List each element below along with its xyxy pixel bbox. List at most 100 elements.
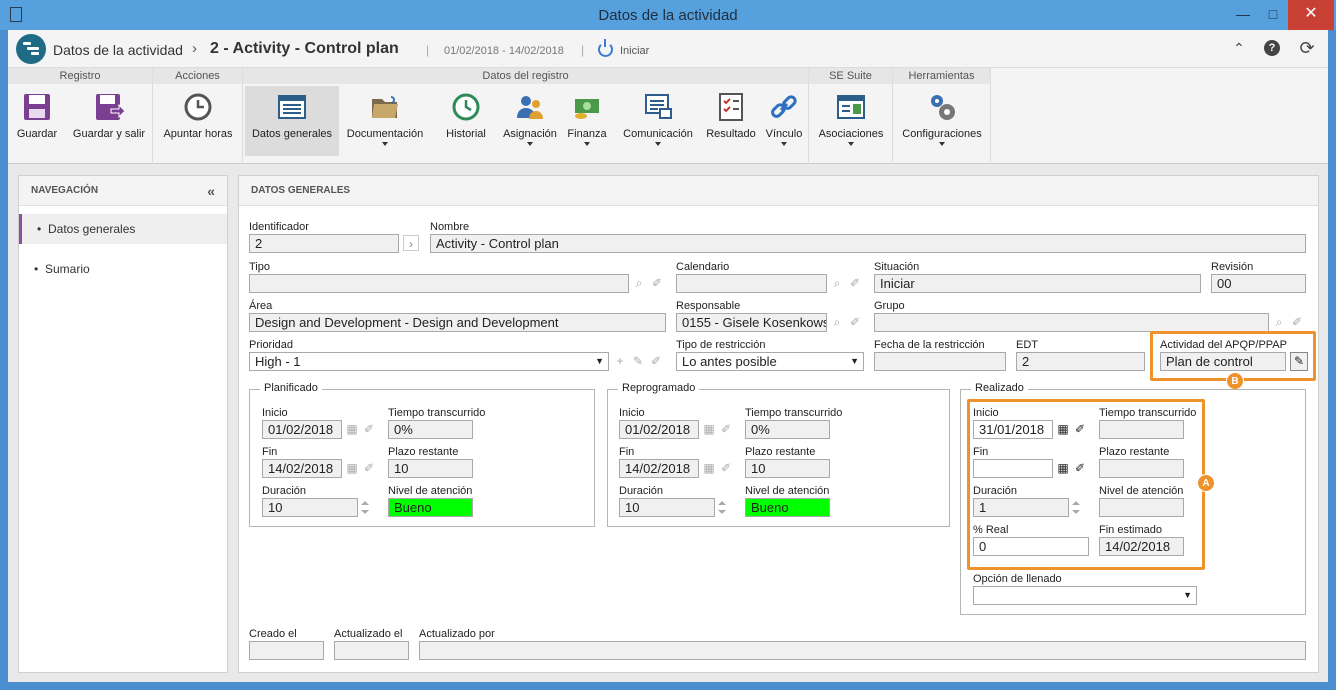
actual-start-field[interactable]: 31/01/2018 — [973, 420, 1053, 439]
fill-option-select[interactable]: ▼ — [973, 586, 1197, 605]
edit-icon[interactable]: ✎ — [1290, 352, 1308, 371]
eraser-icon[interactable]: ✐ — [1072, 421, 1088, 437]
collapse-panel-icon[interactable]: « — [207, 176, 215, 206]
actual-end-field[interactable] — [973, 459, 1053, 478]
calendar-icon[interactable]: ▦ — [344, 421, 360, 437]
restriction-type-select[interactable]: Lo antes posible ▼ — [676, 352, 864, 371]
calendar-field[interactable] — [676, 274, 827, 293]
nav-item-general-data[interactable]: • Datos generales — [19, 214, 227, 244]
communication-button[interactable]: Comunicación — [615, 86, 701, 156]
actual-legend: Realizado — [971, 382, 1028, 394]
planned-duration-label: Duración — [262, 485, 307, 497]
rescheduled-attention-label: Nivel de atención — [745, 485, 830, 497]
eraser-icon[interactable]: ✐ — [847, 314, 863, 330]
refresh-icon[interactable]: ⟳ — [1298, 39, 1316, 58]
minimize-button[interactable]: — — [1228, 0, 1258, 30]
collapse-up-icon[interactable]: ⌃ — [1230, 40, 1248, 58]
maximize-button[interactable]: □ — [1258, 0, 1288, 30]
area-field[interactable]: Design and Development - Design and Deve… — [249, 313, 666, 332]
client-area: Datos de la actividad › 2 - Activity - C… — [8, 30, 1328, 682]
assignment-button[interactable]: Asignación — [498, 86, 562, 156]
general-data-button[interactable]: Datos generales — [245, 86, 339, 156]
eraser-icon[interactable]: ✐ — [847, 275, 863, 291]
eraser-icon[interactable]: ✐ — [718, 460, 734, 476]
save-exit-icon — [96, 94, 125, 120]
add-icon[interactable]: + — [612, 353, 628, 369]
documentation-button[interactable]: Documentación — [343, 86, 427, 156]
eraser-icon[interactable]: ✐ — [648, 353, 664, 369]
identifier-label: Identificador — [249, 221, 309, 233]
chevron-down-icon: ▼ — [850, 356, 859, 366]
responsible-label: Responsable — [676, 300, 741, 312]
calendar-icon[interactable]: ▦ — [1055, 421, 1071, 437]
close-button[interactable]: ✕ — [1288, 0, 1334, 30]
identifier-field[interactable]: 2 — [249, 234, 399, 253]
dropdown-arrow-icon — [939, 142, 945, 146]
power-icon — [598, 39, 613, 57]
rescheduled-remaining-label: Plazo restante — [745, 446, 816, 458]
eraser-icon[interactable]: ✐ — [361, 460, 377, 476]
save-and-exit-button[interactable]: Guardar y salir — [68, 86, 150, 156]
actual-end-label: Fin — [973, 446, 989, 458]
link-button[interactable]: Vínculo — [761, 86, 807, 156]
calendar-icon[interactable]: ▦ — [344, 460, 360, 476]
duration-spinner[interactable] — [1069, 498, 1083, 517]
chat-icon — [645, 94, 672, 119]
general-data-panel: DATOS GENERALES Identificador 2 › Nombre… — [238, 175, 1319, 673]
help-icon[interactable]: ? — [1264, 40, 1280, 56]
planned-elapsed-field: 0% — [388, 420, 473, 439]
eraser-icon[interactable]: ✐ — [649, 275, 665, 291]
log-hours-button[interactable]: Apuntar horas — [157, 86, 239, 156]
history-button[interactable]: Historial — [433, 86, 499, 156]
actual-duration-field[interactable]: 1 — [973, 498, 1069, 517]
calendar-icon[interactable]: ▦ — [701, 421, 717, 437]
eraser-icon[interactable]: ✐ — [1072, 460, 1088, 476]
calendar-label: Calendario — [676, 261, 730, 273]
updated-by-field — [419, 641, 1306, 660]
clock-icon — [184, 93, 212, 121]
updated-label: Actualizado el — [334, 628, 403, 640]
fill-option-label: Opción de llenado — [973, 573, 1062, 585]
calendar-icon[interactable]: ▦ — [1055, 460, 1071, 476]
group-title: Registro — [8, 68, 152, 84]
restriction-date-field[interactable] — [874, 352, 1006, 371]
search-icon[interactable]: ⌕ — [1271, 314, 1287, 330]
save-button[interactable]: Guardar — [10, 86, 64, 156]
button-label: Guardar y salir — [72, 128, 146, 140]
finance-button[interactable]: Finanza — [563, 86, 611, 156]
calendar-icon[interactable]: ▦ — [701, 460, 717, 476]
duration-spinner[interactable] — [358, 498, 372, 517]
actual-percent-field[interactable]: 0 — [973, 537, 1089, 556]
form-icon — [278, 95, 306, 119]
group-field[interactable] — [874, 313, 1269, 332]
edit-icon[interactable]: ✎ — [630, 353, 646, 369]
settings-button[interactable]: Configuraciones — [897, 86, 987, 156]
duration-spinner[interactable] — [715, 498, 729, 517]
eraser-icon[interactable]: ✐ — [1289, 314, 1305, 330]
breadcrumb-separator: › — [192, 40, 197, 57]
nav-item-summary[interactable]: • Sumario — [19, 254, 227, 284]
revision-field: 00 — [1211, 274, 1306, 293]
next-arrow-icon[interactable]: › — [403, 235, 419, 251]
rescheduled-legend: Reprogramado — [618, 382, 700, 394]
app-logo-icon — [16, 34, 46, 64]
search-icon[interactable]: ⌕ — [829, 275, 845, 291]
navigation-panel: NAVEGACIÓN « • Datos generales • Sumario — [18, 175, 228, 673]
name-field[interactable]: Activity - Control plan — [430, 234, 1306, 253]
search-icon[interactable]: ⌕ — [631, 275, 647, 291]
search-icon[interactable]: ⌕ — [829, 314, 845, 330]
window-title: Datos de la actividad — [598, 7, 738, 24]
eraser-icon[interactable]: ✐ — [718, 421, 734, 437]
planned-end-label: Fin — [262, 446, 278, 458]
type-field[interactable] — [249, 274, 629, 293]
eraser-icon[interactable]: ✐ — [361, 421, 377, 437]
result-button[interactable]: Resultado — [701, 86, 761, 156]
dropdown-arrow-icon — [584, 142, 590, 146]
priority-select[interactable]: High - 1 ▼ — [249, 352, 609, 371]
rescheduled-attention-field: Bueno — [745, 498, 830, 517]
estimated-end-field: 14/02/2018 — [1099, 537, 1184, 556]
record-title: 2 - Activity - Control plan — [210, 40, 399, 57]
responsible-field[interactable]: 0155 - Gisele Kosenkows — [676, 313, 827, 332]
wbs-field[interactable]: 2 — [1016, 352, 1145, 371]
associations-button[interactable]: Asociaciones — [813, 86, 889, 156]
